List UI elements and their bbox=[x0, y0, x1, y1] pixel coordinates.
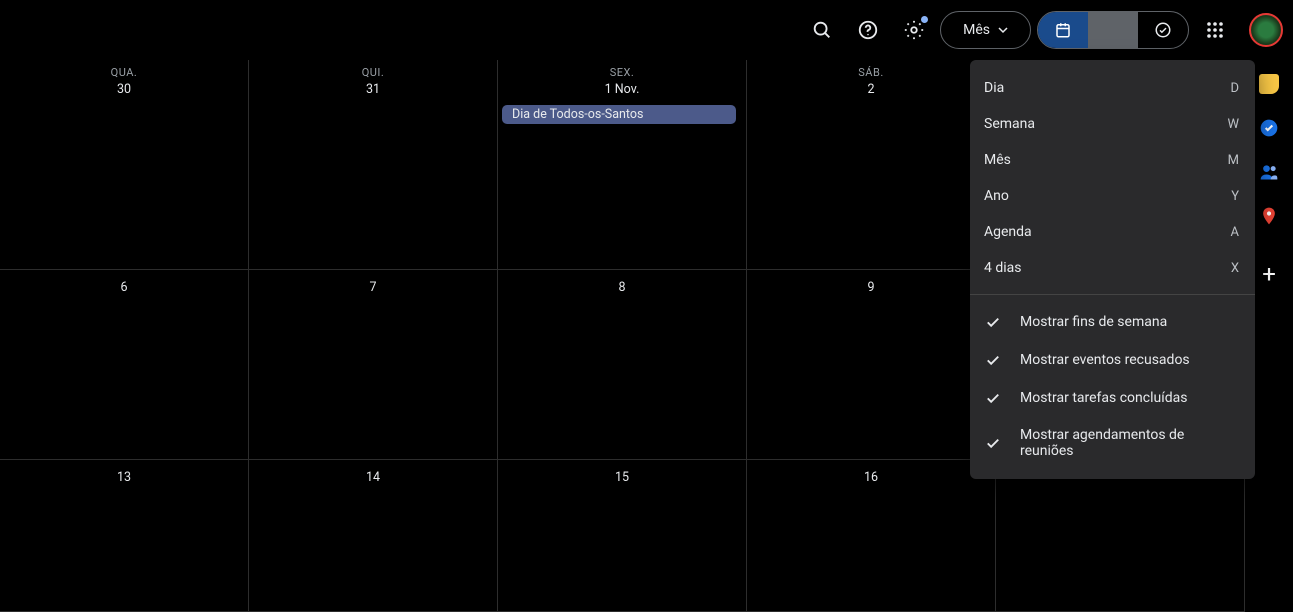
menu-item-shortcut: A bbox=[1231, 225, 1239, 240]
settings-notification-dot bbox=[921, 16, 928, 23]
day-number: 16 bbox=[751, 466, 991, 485]
search-icon[interactable] bbox=[802, 10, 842, 50]
tasks-mode-button[interactable] bbox=[1138, 12, 1188, 48]
day-cell[interactable]: 14 bbox=[249, 460, 498, 612]
mode-segmented bbox=[1037, 11, 1189, 49]
keep-icon[interactable] bbox=[1259, 74, 1279, 94]
menu-toggle-completed-tasks[interactable]: Mostrar tarefas concluídas bbox=[970, 379, 1255, 417]
day-cell[interactable]: 9 bbox=[747, 270, 996, 460]
header-bar: Mês bbox=[0, 0, 1293, 60]
day-cell[interactable] bbox=[996, 460, 1245, 612]
menu-item-agenda[interactable]: Agenda A bbox=[970, 214, 1255, 250]
view-dropdown-menu: Dia D Semana W Mês M Ano Y Agenda A 4 di… bbox=[970, 60, 1255, 479]
help-icon[interactable] bbox=[848, 10, 888, 50]
menu-item-week[interactable]: Semana W bbox=[970, 106, 1255, 142]
day-cell[interactable]: 7 bbox=[249, 270, 498, 460]
chevron-down-icon bbox=[998, 25, 1008, 35]
menu-toggle-declined[interactable]: Mostrar eventos recusados bbox=[970, 341, 1255, 379]
check-icon bbox=[984, 313, 1002, 331]
day-cell[interactable]: SÁB. 2 bbox=[747, 60, 996, 270]
check-icon bbox=[984, 434, 1002, 452]
day-number: 7 bbox=[253, 276, 493, 295]
menu-toggle-meeting-appointments[interactable]: Mostrar agendamentos de reuniões bbox=[970, 417, 1255, 469]
day-number: 2 bbox=[751, 82, 991, 97]
gear-icon[interactable] bbox=[894, 10, 934, 50]
day-number: 14 bbox=[253, 466, 493, 485]
segmented-divider bbox=[1088, 12, 1138, 48]
day-of-week-label: SÁB. bbox=[751, 66, 991, 79]
day-cell[interactable]: 15 bbox=[498, 460, 747, 612]
menu-item-label: Mostrar fins de semana bbox=[1020, 314, 1167, 330]
day-number: 15 bbox=[502, 466, 742, 485]
menu-item-4days[interactable]: 4 dias X bbox=[970, 250, 1255, 286]
day-cell[interactable]: QUI. 31 bbox=[249, 60, 498, 270]
menu-item-month[interactable]: Mês M bbox=[970, 142, 1255, 178]
check-circle-icon bbox=[1154, 21, 1172, 39]
menu-item-shortcut: W bbox=[1227, 117, 1239, 132]
view-switcher-label: Mês bbox=[963, 22, 990, 38]
add-panel-icon[interactable]: + bbox=[1262, 262, 1276, 286]
check-icon bbox=[984, 351, 1002, 369]
day-number: 31 bbox=[253, 82, 493, 97]
day-cell[interactable]: 6 bbox=[0, 270, 249, 460]
menu-item-label: Mostrar agendamentos de reuniões bbox=[1020, 427, 1239, 459]
check-icon bbox=[984, 389, 1002, 407]
menu-toggle-weekends[interactable]: Mostrar fins de semana bbox=[970, 303, 1255, 341]
menu-item-day[interactable]: Dia D bbox=[970, 70, 1255, 106]
menu-item-label: Mostrar eventos recusados bbox=[1020, 352, 1190, 368]
calendar-mode-button[interactable] bbox=[1038, 12, 1088, 48]
menu-item-shortcut: M bbox=[1228, 153, 1239, 168]
avatar[interactable] bbox=[1249, 13, 1283, 47]
view-switcher-button[interactable]: Mês bbox=[940, 11, 1031, 49]
menu-item-label: Dia bbox=[984, 80, 1004, 96]
menu-item-label: Mostrar tarefas concluídas bbox=[1020, 390, 1187, 406]
menu-item-shortcut: D bbox=[1230, 81, 1239, 96]
day-of-week-label: QUI. bbox=[253, 66, 493, 79]
day-of-week-label: QUA. bbox=[4, 66, 244, 79]
tasks-icon[interactable] bbox=[1259, 118, 1279, 138]
menu-item-label: Mês bbox=[984, 152, 1011, 168]
day-cell[interactable]: 8 bbox=[498, 270, 747, 460]
maps-icon[interactable] bbox=[1259, 206, 1279, 226]
day-number: 30 bbox=[4, 82, 244, 97]
apps-grid-icon[interactable] bbox=[1195, 10, 1235, 50]
day-of-week-label: SEX. bbox=[502, 66, 742, 79]
event-chip[interactable]: Dia de Todos-os-Santos bbox=[502, 105, 736, 124]
contacts-icon[interactable] bbox=[1259, 162, 1279, 182]
day-number: 1 Nov. bbox=[502, 82, 742, 97]
day-number: 9 bbox=[751, 276, 991, 295]
menu-item-shortcut: X bbox=[1231, 261, 1239, 276]
day-cell[interactable]: SEX. 1 Nov. Dia de Todos-os-Santos bbox=[498, 60, 747, 270]
day-cell[interactable]: QUA. 30 bbox=[0, 60, 249, 270]
menu-item-label: Semana bbox=[984, 116, 1035, 132]
menu-divider bbox=[970, 294, 1255, 295]
menu-item-label: 4 dias bbox=[984, 260, 1021, 276]
menu-item-year[interactable]: Ano Y bbox=[970, 178, 1255, 214]
menu-item-shortcut: Y bbox=[1231, 189, 1239, 204]
menu-item-label: Agenda bbox=[984, 224, 1032, 240]
calendar-icon bbox=[1054, 21, 1072, 39]
day-number: 6 bbox=[4, 276, 244, 295]
day-number: 13 bbox=[4, 466, 244, 485]
day-cell[interactable]: 16 bbox=[747, 460, 996, 612]
menu-item-label: Ano bbox=[984, 188, 1009, 204]
day-number: 8 bbox=[502, 276, 742, 295]
day-cell[interactable]: 13 bbox=[0, 460, 249, 612]
